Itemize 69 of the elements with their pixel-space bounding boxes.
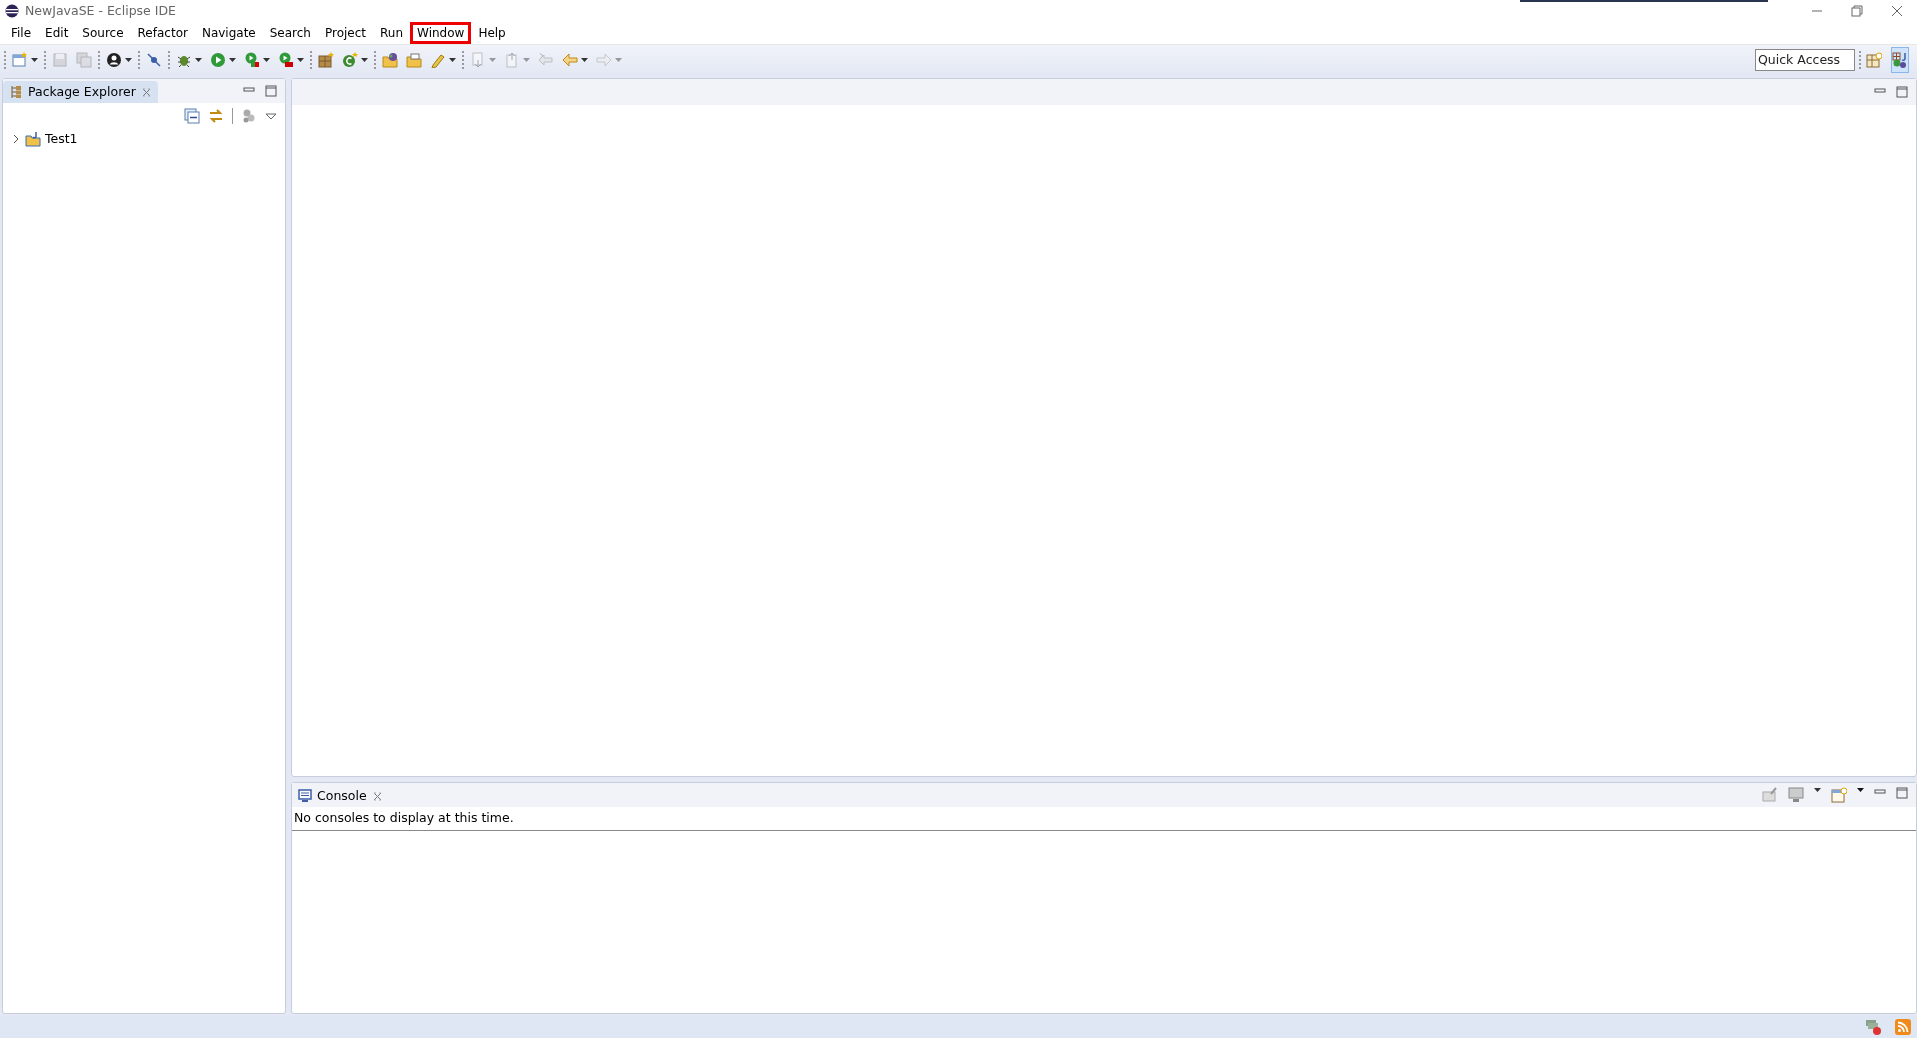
close-icon[interactable]: [371, 790, 383, 802]
caret-icon: [297, 56, 304, 63]
perspective-add-icon: [1866, 52, 1882, 68]
person-icon: [106, 51, 122, 68]
down-annotation-icon: [470, 51, 486, 68]
caret-icon: [361, 56, 368, 63]
console-icon: [298, 789, 312, 803]
up-annotation-icon: [504, 51, 520, 68]
play-icon: [210, 51, 226, 68]
caret-icon: [581, 56, 588, 63]
display-icon[interactable]: [1788, 787, 1804, 803]
new-console-icon[interactable]: [1831, 787, 1847, 803]
play-toolbox-icon: [278, 51, 294, 68]
forward-arrow-icon: [596, 51, 612, 68]
play-coverage-icon: [244, 51, 260, 68]
floppy-stack-icon: [76, 51, 92, 68]
console-message: No consoles to display at this time.: [292, 807, 1916, 831]
pin-console-icon[interactable]: [1762, 787, 1778, 803]
quick-access-field[interactable]: Quick Access: [1755, 48, 1855, 71]
package-explorer-icon: [9, 85, 23, 99]
package-icon: [318, 51, 334, 68]
new-file-icon: [12, 51, 28, 68]
maximize-icon[interactable]: [1896, 86, 1908, 98]
stacked-windows-error-icon[interactable]: [1865, 1019, 1881, 1035]
caret-icon: [615, 56, 622, 63]
slashed-dot-icon: [146, 51, 162, 68]
app-logo-icon: [5, 4, 19, 18]
menu-item[interactable]: Search: [262, 22, 318, 44]
menu-item[interactable]: Window: [410, 22, 472, 44]
menu-item[interactable]: Run: [373, 22, 411, 44]
link-arrows-icon[interactable]: [208, 108, 224, 124]
caret-icon: [229, 56, 236, 63]
menu-item[interactable]: Navigate: [194, 22, 263, 44]
caret-icon[interactable]: [1814, 787, 1821, 793]
caret-icon: [489, 56, 496, 63]
maximize-icon[interactable]: [1896, 787, 1908, 799]
perspective-java-icon: [1892, 52, 1908, 68]
collapse-all-icon[interactable]: [184, 108, 200, 124]
back-arrow-icon: [562, 51, 578, 68]
caret-icon: [449, 56, 456, 63]
menu-item[interactable]: Source: [75, 22, 131, 44]
perspective-button[interactable]: [1891, 46, 1909, 73]
caret-icon[interactable]: [1857, 787, 1864, 793]
class-icon: [342, 51, 358, 68]
project-folder-icon: [25, 131, 41, 147]
menu-item[interactable]: Help: [471, 22, 513, 44]
menu-item[interactable]: Refactor: [130, 22, 195, 44]
menu-item[interactable]: Edit: [38, 22, 76, 44]
caret-icon: [125, 56, 132, 63]
folder-globe-icon: [382, 51, 398, 68]
restore-icon[interactable]: [1851, 5, 1863, 17]
collapsed-chevron-icon[interactable]: [11, 134, 21, 144]
close-icon[interactable]: [140, 86, 152, 98]
rss-icon[interactable]: [1895, 1019, 1911, 1035]
folder-task-icon: [406, 51, 422, 68]
close-icon[interactable]: [1891, 5, 1903, 17]
maximize-icon[interactable]: [265, 85, 277, 97]
view-menu-icon[interactable]: [265, 111, 277, 121]
tree-item[interactable]: Test1: [45, 129, 78, 149]
floppy-icon: [52, 51, 68, 68]
view-tab[interactable]: Package Explorer: [3, 81, 158, 103]
menu-item[interactable]: File: [4, 22, 39, 44]
caret-icon: [31, 56, 38, 63]
menu-item[interactable]: Project: [317, 22, 374, 44]
back-edit-icon: [538, 51, 554, 68]
caret-icon: [263, 56, 270, 63]
window-title: NewJavaSE - Eclipse IDE: [25, 1, 176, 20]
caret-icon: [523, 56, 530, 63]
caret-icon: [195, 56, 202, 63]
